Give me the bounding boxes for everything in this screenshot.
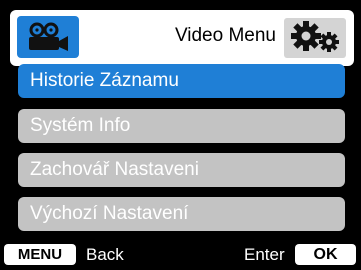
back-label: Back: [86, 245, 124, 264]
menu-header: Video Menu: [10, 10, 354, 66]
menu-item-keep-settings[interactable]: Zachovář Nastaveni: [18, 153, 345, 187]
gears-icon: [284, 18, 346, 58]
footer-bar: MENU Back Enter OK: [0, 241, 361, 270]
menu-item-system-info[interactable]: Systém Info: [18, 109, 345, 143]
menu-item-default-settings[interactable]: Výchozí Nastavení: [18, 197, 345, 231]
menu-key[interactable]: MENU: [4, 244, 76, 265]
video-camera-icon: [17, 16, 79, 58]
menu-item-recording-history[interactable]: Historie Záznamu: [18, 64, 345, 98]
ok-key[interactable]: OK: [295, 244, 356, 265]
menu-title: Video Menu: [174, 25, 276, 46]
enter-label: Enter: [244, 245, 285, 264]
video-menu-screen: Video Menu Historie Záznamu Systém Info …: [0, 0, 361, 270]
